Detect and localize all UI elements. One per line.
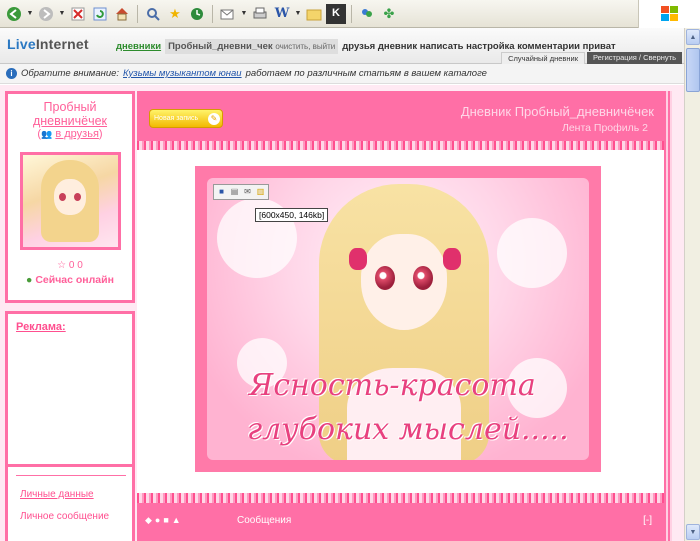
sidebar: Пробный дневничёчек (👥 в друзья) ☆ 0 0 ●… bbox=[5, 91, 135, 541]
caption-line-1: Ясность-красота bbox=[249, 368, 536, 403]
notice-bar: i Обратите внимание: Кузьмы музыкантом ю… bbox=[0, 64, 684, 84]
add-friend-link[interactable]: (👥 в друзья) bbox=[8, 128, 132, 141]
post-icon-3[interactable]: ■ bbox=[163, 515, 168, 526]
stats-values: 0 0 bbox=[68, 260, 83, 271]
edit-icon[interactable]: W bbox=[272, 4, 292, 24]
nav-user-tab[interactable]: Пробный_дневни_чек очистить, выйти bbox=[165, 39, 339, 54]
menu-divider bbox=[16, 475, 126, 476]
toolbar-separator bbox=[351, 4, 352, 23]
forward-icon[interactable] bbox=[36, 4, 56, 24]
scroll-thumb[interactable] bbox=[686, 48, 700, 92]
post-footer-text[interactable]: Сообщения bbox=[237, 515, 291, 526]
notice-label: Обратите внимание: bbox=[21, 68, 120, 79]
stop-icon[interactable] bbox=[68, 4, 88, 24]
nav-diaries-link[interactable]: дневники bbox=[116, 41, 161, 52]
avatar[interactable] bbox=[20, 152, 121, 250]
scroll-up-icon[interactable]: ▲ bbox=[686, 29, 700, 45]
post-footer-icons: ◆ ● ■ ▲ bbox=[145, 515, 181, 526]
print-icon[interactable] bbox=[250, 4, 270, 24]
print-icon[interactable]: ▤ bbox=[229, 186, 240, 197]
add-friend-icon: 👥 bbox=[41, 129, 53, 139]
ads-title[interactable]: Реклама: bbox=[8, 314, 132, 333]
pen-icon: ✎ bbox=[208, 112, 220, 125]
info-icon: i bbox=[6, 68, 17, 79]
post-image[interactable]: Ясность-красота глубоких мыслей..... ■ ▤… bbox=[207, 178, 589, 460]
back-dropdown-icon[interactable]: ▼ bbox=[26, 10, 34, 17]
profile-box: Пробный дневничёчек (👥 в друзья) ☆ 0 0 ●… bbox=[5, 91, 135, 303]
folder-icon[interactable] bbox=[304, 4, 324, 24]
post-footer: ◆ ● ■ ▲ Сообщения [-] bbox=[137, 503, 664, 541]
notice-link[interactable]: Кузьмы музыкантом юнаи bbox=[123, 68, 242, 79]
diary-title[interactable]: Дневник Пробный_дневничёчек bbox=[461, 104, 654, 119]
folder-icon[interactable]: ▥ bbox=[255, 186, 266, 197]
messenger-icon[interactable] bbox=[357, 4, 377, 24]
favorites-icon[interactable]: ★ bbox=[165, 4, 185, 24]
search-icon[interactable] bbox=[143, 4, 163, 24]
post-image-frame: Ясность-красота глубоких мыслей..... ■ ▤… bbox=[195, 166, 601, 472]
image-size-tooltip: [600x450, 146kb] bbox=[255, 208, 329, 222]
post-footer-count[interactable]: [-] bbox=[643, 515, 652, 526]
history-icon[interactable] bbox=[187, 4, 207, 24]
save-icon[interactable]: ■ bbox=[216, 186, 227, 197]
site-header: LiveInternet дневники Пробный_дневни_чек… bbox=[0, 28, 684, 64]
clover-icon[interactable]: ✤ bbox=[379, 4, 399, 24]
post-icon-2[interactable]: ● bbox=[155, 515, 160, 526]
image-toolbar: ■ ▤ ✉ ▥ bbox=[213, 184, 269, 200]
refresh-icon[interactable] bbox=[90, 4, 110, 24]
post-body: Ясность-красота глубоких мыслей..... ■ ▤… bbox=[137, 150, 664, 493]
home-icon[interactable] bbox=[112, 4, 132, 24]
header-stripe bbox=[137, 141, 664, 150]
windows-logo-icon bbox=[638, 0, 700, 28]
online-status: ● Сейчас онлайн bbox=[26, 274, 114, 286]
tab-register[interactable]: Регистрация / Свернуть bbox=[587, 52, 682, 64]
profile-stats: ☆ 0 0 bbox=[8, 260, 132, 271]
mail-dropdown-icon[interactable]: ▼ bbox=[240, 10, 248, 17]
profile-name-line2[interactable]: дневничёчек bbox=[8, 114, 132, 128]
post-icon-1[interactable]: ◆ bbox=[145, 515, 152, 526]
menu-box: Личные данные Личное сообщение bbox=[5, 464, 135, 541]
profile-name[interactable]: Пробный дневничёчек bbox=[8, 94, 132, 128]
notice-text: работаем по различным статьям в вашем ка… bbox=[245, 68, 487, 79]
mail-icon[interactable]: ✉ bbox=[242, 186, 253, 197]
footer-stripe bbox=[137, 493, 664, 503]
new-post-button[interactable]: Новая запись ✎ bbox=[149, 109, 223, 128]
caption-line-2: глубоких мыслей..... bbox=[247, 412, 569, 447]
vertical-scrollbar[interactable]: ▲ ▼ bbox=[684, 28, 700, 541]
diary-links[interactable]: Лента Профиль 2 bbox=[562, 122, 648, 134]
toolbar-separator bbox=[212, 4, 213, 23]
menu-private-message[interactable]: Личное сообщение bbox=[20, 511, 109, 522]
browser-toolbar: ▼ ▼ ★ ▼ W ▼ K ✤ bbox=[0, 0, 700, 28]
ads-box: Реклама: bbox=[5, 311, 135, 471]
back-icon[interactable] bbox=[4, 4, 24, 24]
mail-icon[interactable] bbox=[218, 4, 238, 24]
profile-name-line1[interactable]: Пробный bbox=[8, 100, 132, 114]
diary-header: Новая запись ✎ Дневник Пробный_дневничёч… bbox=[137, 91, 664, 141]
forward-dropdown-icon[interactable]: ▼ bbox=[58, 10, 66, 17]
post-icon-4[interactable]: ▲ bbox=[172, 515, 181, 526]
k-icon[interactable]: K bbox=[326, 3, 346, 24]
scroll-down-icon[interactable]: ▼ bbox=[686, 524, 700, 540]
tab-random-diary[interactable]: Случайный дневник bbox=[501, 52, 585, 64]
nav-links[interactable]: друзья дневник написать настройка коммен… bbox=[342, 41, 615, 52]
header-tabs: Случайный дневник Регистрация / Свернуть bbox=[501, 52, 682, 64]
edit-dropdown-icon[interactable]: ▼ bbox=[294, 10, 302, 17]
diary-page: Пробный дневничёчек (👥 в друзья) ☆ 0 0 ●… bbox=[0, 85, 684, 541]
right-decor-stripe bbox=[664, 91, 672, 541]
online-icon: ● bbox=[26, 274, 33, 286]
menu-personal-data[interactable]: Личные данные bbox=[20, 489, 94, 500]
site-logo[interactable]: LiveInternet bbox=[7, 36, 89, 52]
star-icon: ☆ bbox=[57, 260, 67, 271]
avatar-image bbox=[23, 155, 118, 247]
main-column: Новая запись ✎ Дневник Пробный_дневничёч… bbox=[137, 91, 664, 541]
toolbar-separator bbox=[137, 4, 138, 23]
